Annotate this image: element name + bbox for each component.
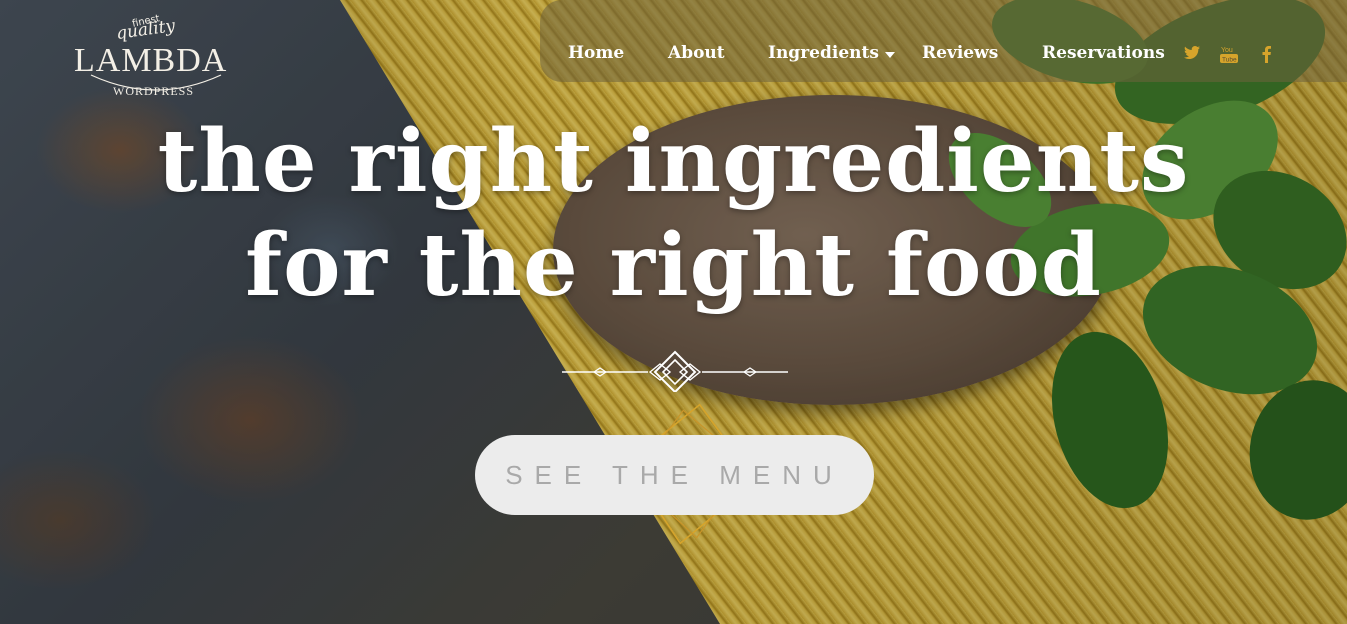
- nav-item-home[interactable]: Home: [568, 43, 624, 63]
- nav-item-ingredients[interactable]: Ingredients: [768, 43, 879, 63]
- twitter-icon[interactable]: [1183, 45, 1201, 61]
- headline-line-1: the right ingredients: [157, 111, 1190, 212]
- nav-item-reviews[interactable]: Reviews: [922, 43, 998, 63]
- chevron-down-icon[interactable]: [885, 52, 895, 58]
- nav-item-reservations[interactable]: Reservations: [1042, 43, 1165, 63]
- see-menu-button[interactable]: SEE THE MENU: [475, 435, 874, 515]
- main-navigation: [540, 0, 1347, 82]
- hero-headline: the right ingredients for the right food: [0, 110, 1347, 318]
- svg-text:Tube: Tube: [1222, 57, 1237, 64]
- logo-subtitle: WORDPRESS: [113, 84, 195, 98]
- headline-line-2: for the right food: [245, 215, 1102, 316]
- logo-tagline: quality: [114, 15, 177, 45]
- ornament-divider-icon: [562, 350, 788, 392]
- site-logo[interactable]: finest quality LAMBDA WORDPRESS: [72, 8, 242, 103]
- facebook-icon[interactable]: [1260, 45, 1272, 63]
- nav-item-about[interactable]: About: [668, 43, 725, 63]
- youtube-icon[interactable]: You Tube: [1220, 44, 1238, 64]
- svg-text:You: You: [1221, 47, 1233, 54]
